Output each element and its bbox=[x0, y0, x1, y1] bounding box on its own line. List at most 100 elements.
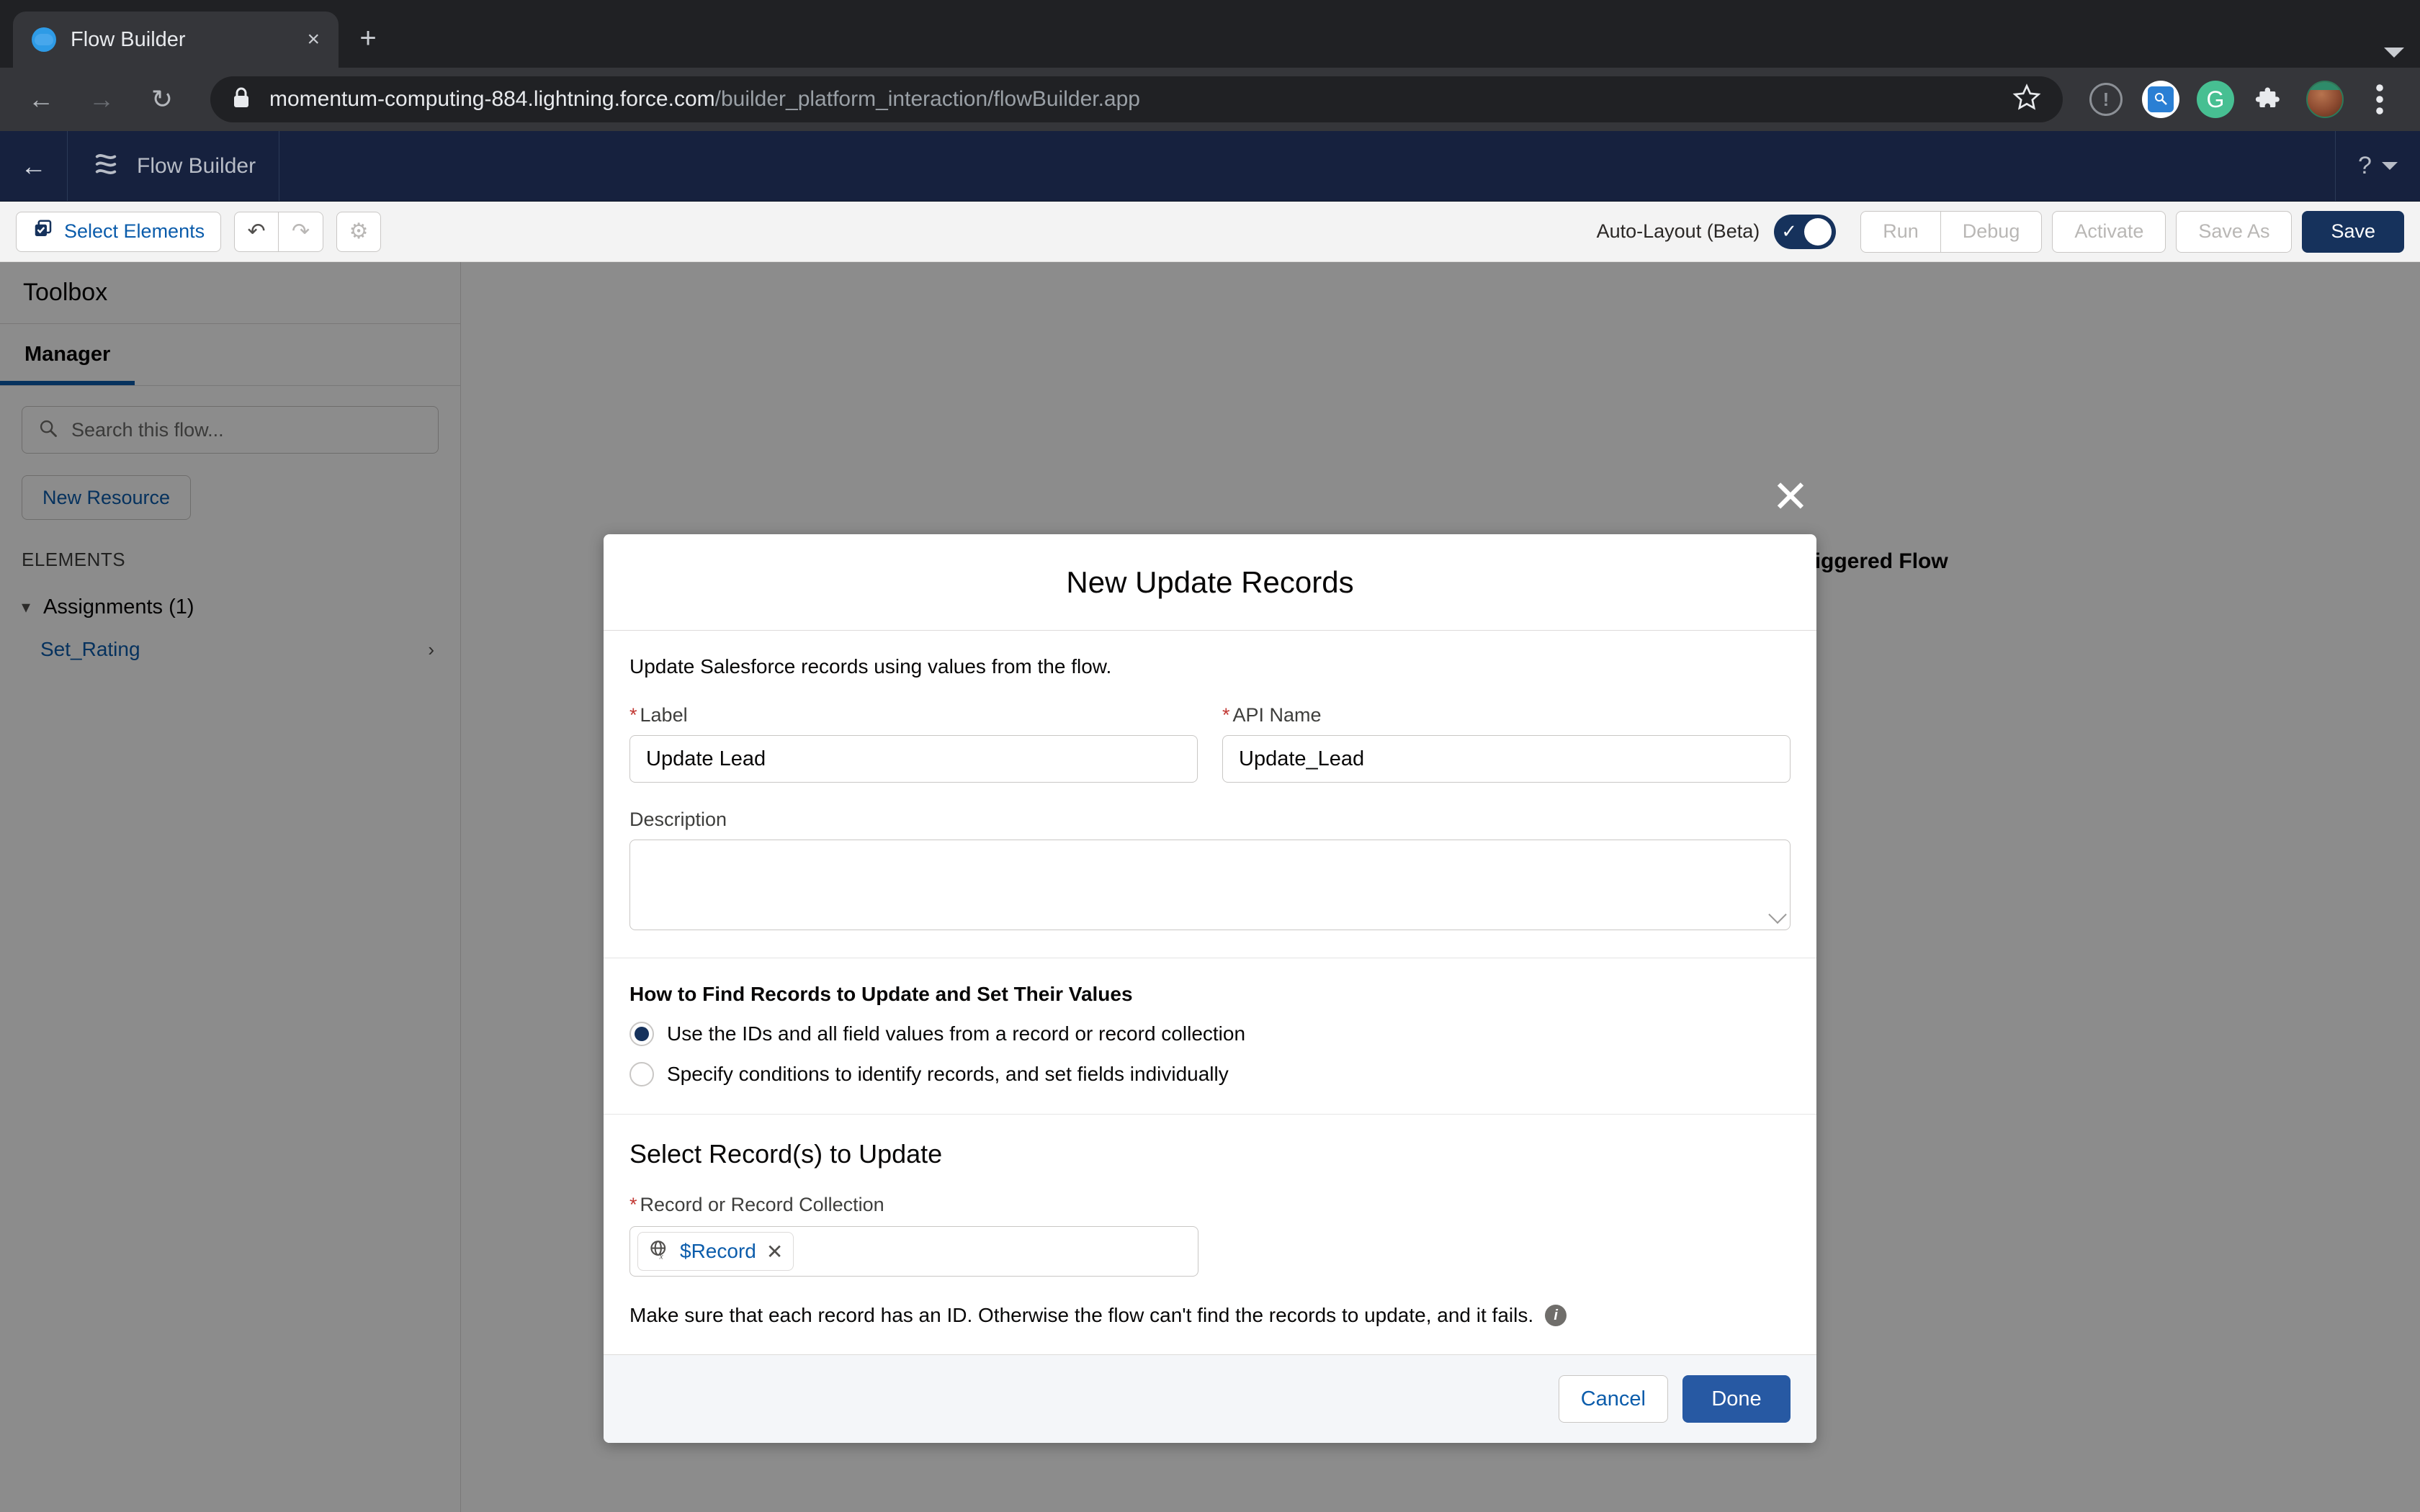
select-elements-label: Select Elements bbox=[64, 220, 205, 242]
record-collection-combobox[interactable]: x $Record ✕ bbox=[629, 1226, 1198, 1277]
description-field-label: Description bbox=[629, 809, 727, 830]
close-icon[interactable]: × bbox=[307, 29, 320, 50]
browser-tab[interactable]: Flow Builder × bbox=[13, 12, 339, 68]
label-field-label-text: Label bbox=[640, 704, 688, 726]
api-name-input[interactable]: Update_Lead bbox=[1222, 735, 1791, 783]
profile-avatar[interactable] bbox=[2303, 78, 2347, 121]
app-title: Flow Builder bbox=[137, 153, 256, 178]
select-elements-icon bbox=[32, 218, 54, 245]
auto-layout-toggle[interactable]: ✓ bbox=[1774, 214, 1837, 249]
activate-button[interactable]: Activate bbox=[2052, 210, 2166, 253]
label-field-label: * Label bbox=[629, 704, 1198, 726]
label-input[interactable]: Update Lead bbox=[629, 735, 1198, 783]
run-button[interactable]: Run bbox=[1860, 210, 1941, 253]
bookmark-star-icon[interactable] bbox=[2012, 83, 2041, 116]
radio-icon[interactable] bbox=[629, 1022, 654, 1046]
app-header: ← Flow Builder ? bbox=[0, 131, 2420, 202]
label-field-group: * Label Update Lead bbox=[629, 704, 1198, 783]
description-textarea[interactable] bbox=[629, 840, 1791, 930]
back-icon[interactable]: ← bbox=[19, 77, 63, 122]
question-mark-icon: ? bbox=[2358, 152, 2372, 179]
done-button[interactable]: Done bbox=[1682, 1375, 1791, 1423]
required-asterisk: * bbox=[629, 1194, 637, 1215]
url-path: /builder_platform_interaction/flowBuilde… bbox=[714, 87, 1140, 111]
modal-intro-text: Update Salesforce records using values f… bbox=[629, 655, 1112, 678]
new-update-records-modal: New Update Records Update Salesforce rec… bbox=[604, 534, 1816, 1443]
required-asterisk: * bbox=[629, 704, 637, 726]
radio-option-label: Specify conditions to identify records, … bbox=[667, 1063, 1229, 1085]
selected-resource-pill[interactable]: x $Record ✕ bbox=[637, 1232, 794, 1271]
flow-builder-app: ← Flow Builder ? Select Elements ↶ ↷ ⚙ A… bbox=[0, 131, 2420, 1512]
how-to-find-heading: How to Find Records to Update and Set Th… bbox=[629, 983, 1133, 1005]
salesforce-inspector-icon[interactable] bbox=[2139, 78, 2182, 121]
extensions-puzzle-icon[interactable] bbox=[2249, 78, 2292, 121]
helper-message-row: Make sure that each record has an ID. Ot… bbox=[629, 1304, 1791, 1327]
save-button[interactable]: Save bbox=[2302, 210, 2404, 253]
label-api-row: * Label Update Lead * API Name Update_Lead bbox=[629, 704, 1791, 783]
toggle-knob bbox=[1804, 217, 1832, 246]
modal-basic-section: Update Salesforce records using values f… bbox=[604, 631, 1816, 958]
browser-toolbar: ← → ↻ momentum-computing-884.lightning.f… bbox=[0, 68, 2420, 131]
radio-option-specify-conditions[interactable]: Specify conditions to identify records, … bbox=[629, 1062, 1791, 1086]
record-collection-label: * Record or Record Collection bbox=[629, 1194, 1791, 1216]
select-elements-button[interactable]: Select Elements bbox=[16, 211, 222, 252]
radio-icon[interactable] bbox=[629, 1062, 654, 1086]
api-name-field-label-text: API Name bbox=[1232, 704, 1322, 726]
address-bar[interactable]: momentum-computing-884.lightning.force.c… bbox=[210, 76, 2063, 122]
modal-title: New Update Records bbox=[1066, 564, 1354, 599]
chrome-menu-kebab-icon[interactable] bbox=[2358, 78, 2401, 121]
new-tab-button[interactable]: + bbox=[346, 17, 390, 62]
info-circle-icon[interactable]: ! bbox=[2084, 78, 2128, 121]
info-icon[interactable]: i bbox=[1545, 1305, 1567, 1326]
salesforce-cloud-icon bbox=[32, 27, 56, 52]
record-collection-field-group: *Record or Record Collection x $Record bbox=[629, 1194, 1791, 1277]
auto-layout-toggle-group: Auto-Layout (Beta) ✓ bbox=[1596, 214, 1837, 249]
address-bar-url: momentum-computing-884.lightning.force.c… bbox=[269, 87, 1140, 112]
modal-close-icon[interactable]: ✕ bbox=[1772, 475, 1809, 520]
redo-icon[interactable]: ↷ bbox=[279, 211, 324, 252]
modal-footer: Cancel Done bbox=[604, 1354, 1816, 1443]
flow-toolbar: Select Elements ↶ ↷ ⚙ Auto-Layout (Beta)… bbox=[0, 202, 2420, 262]
gear-icon[interactable]: ⚙ bbox=[336, 211, 382, 252]
reload-icon[interactable]: ↻ bbox=[140, 77, 184, 122]
flow-action-buttons: Run Debug bbox=[1860, 210, 2043, 253]
check-icon: ✓ bbox=[1781, 220, 1798, 242]
browser-window: Flow Builder × + ← → ↻ momentum-computin… bbox=[0, 0, 2420, 1512]
cancel-button[interactable]: Cancel bbox=[1558, 1375, 1668, 1423]
chevron-down-icon[interactable] bbox=[2384, 48, 2404, 58]
debug-button[interactable]: Debug bbox=[1940, 210, 2043, 253]
svg-text:x: x bbox=[659, 1252, 663, 1261]
grammarly-icon[interactable]: G bbox=[2194, 78, 2237, 121]
auto-layout-label: Auto-Layout (Beta) bbox=[1596, 220, 1760, 242]
modal-header: New Update Records bbox=[604, 534, 1816, 631]
lock-icon bbox=[232, 86, 251, 113]
app-header-spacer bbox=[279, 131, 2335, 201]
global-variable-icon: x bbox=[648, 1239, 670, 1264]
forward-icon[interactable]: → bbox=[79, 77, 124, 122]
helper-message: Make sure that each record has an ID. Ot… bbox=[629, 1304, 1534, 1326]
select-records-section: Select Record(s) to Update * Record or Re… bbox=[604, 1115, 1816, 1354]
description-field-group: Description bbox=[629, 809, 1791, 930]
browser-tab-title: Flow Builder bbox=[71, 27, 186, 51]
save-as-button[interactable]: Save As bbox=[2176, 210, 2293, 253]
required-asterisk: * bbox=[1222, 704, 1230, 726]
undo-redo-group: ↶ ↷ bbox=[234, 211, 324, 252]
remove-pill-icon[interactable]: ✕ bbox=[766, 1240, 783, 1264]
browser-tab-strip: Flow Builder × + bbox=[0, 0, 2420, 68]
url-domain: momentum-computing-884.lightning.force.c… bbox=[269, 87, 715, 111]
api-name-field-label: * API Name bbox=[1222, 704, 1791, 726]
app-back-button[interactable]: ← bbox=[0, 131, 68, 201]
radio-option-use-ids[interactable]: Use the IDs and all field values from a … bbox=[629, 1022, 1791, 1046]
help-menu-button[interactable]: ? bbox=[2335, 131, 2420, 201]
how-to-find-section: How to Find Records to Update and Set Th… bbox=[604, 958, 1816, 1115]
select-records-heading: Select Record(s) to Update bbox=[629, 1139, 943, 1169]
radio-option-label: Use the IDs and all field values from a … bbox=[667, 1022, 1246, 1045]
window-controls bbox=[2384, 48, 2420, 68]
pill-label: $Record bbox=[680, 1240, 756, 1262]
app-brand: Flow Builder bbox=[68, 131, 280, 201]
api-name-field-group: * API Name Update_Lead bbox=[1222, 704, 1791, 783]
record-collection-label-text: Record or Record Collection bbox=[640, 1194, 884, 1215]
flow-builder-logo-icon bbox=[91, 149, 121, 183]
chevron-down-icon bbox=[2381, 162, 2398, 170]
undo-icon[interactable]: ↶ bbox=[234, 211, 279, 252]
